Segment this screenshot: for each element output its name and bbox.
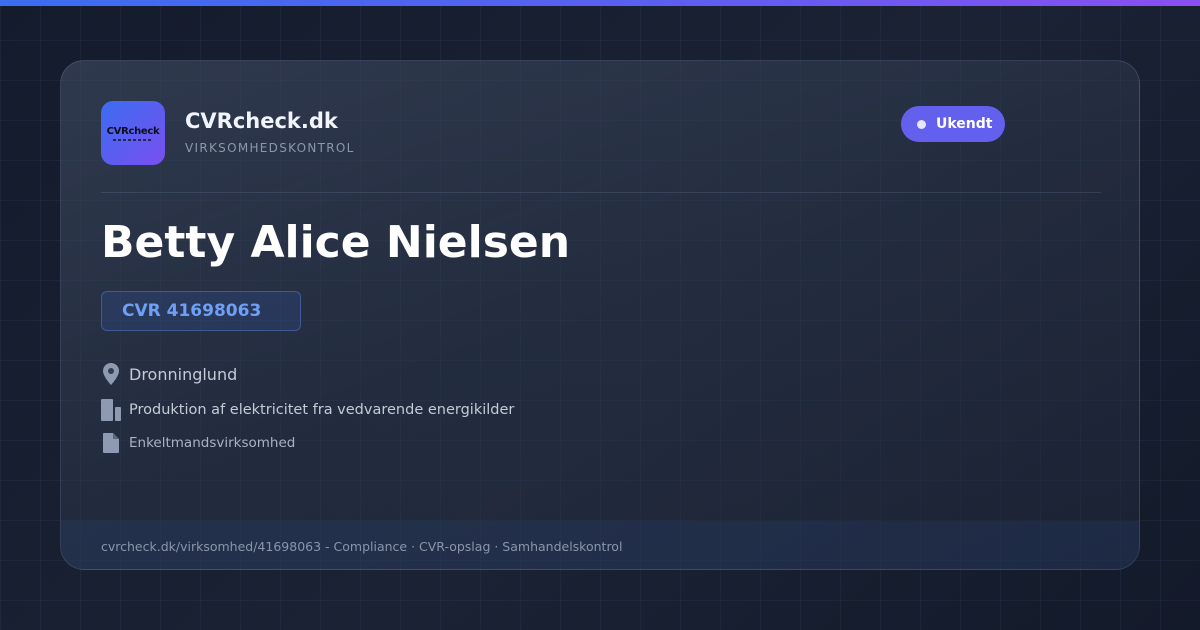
cvr-badge: CVR 41698063 [101, 291, 301, 331]
info-row-company-type: Enkeltmandsvirksomhed [101, 432, 295, 454]
top-accent-bar [0, 0, 1200, 6]
status-label: Ukendt [936, 116, 993, 132]
info-row-location: Dronninglund [101, 363, 237, 385]
footer-bar: cvrcheck.dk/virksomhed/41698063 - Compli… [61, 521, 1139, 569]
building-icon [101, 399, 121, 421]
status-dot-icon [917, 119, 926, 129]
map-pin-icon [101, 363, 121, 385]
company-name: Betty Alice Nielsen [101, 217, 571, 268]
info-row-industry: Produktion af elektricitet fra vedvarend… [101, 399, 514, 421]
company-industry: Produktion af elektricitet fra vedvarend… [129, 402, 515, 418]
company-type: Enkeltmandsvirksomhed [129, 435, 296, 451]
company-location: Dronninglund [129, 364, 238, 384]
status-badge: Ukendt [901, 106, 1005, 142]
header-divider [101, 192, 1101, 193]
company-card: CVRcheck CVRcheck.dk VIRKSOMHEDSKONTROL … [60, 60, 1140, 570]
brand-name: CVRcheck.dk [185, 109, 338, 133]
document-icon [101, 432, 121, 454]
logo-wordmark: CVRcheck [106, 125, 160, 137]
brand-subtitle: VIRKSOMHEDSKONTROL [185, 141, 355, 155]
footer-text: cvrcheck.dk/virksomhed/41698063 - Compli… [101, 539, 623, 554]
cvrcheck-logo: CVRcheck [101, 101, 165, 165]
logo-underline [113, 138, 153, 141]
cvr-number: CVR 41698063 [122, 301, 262, 321]
